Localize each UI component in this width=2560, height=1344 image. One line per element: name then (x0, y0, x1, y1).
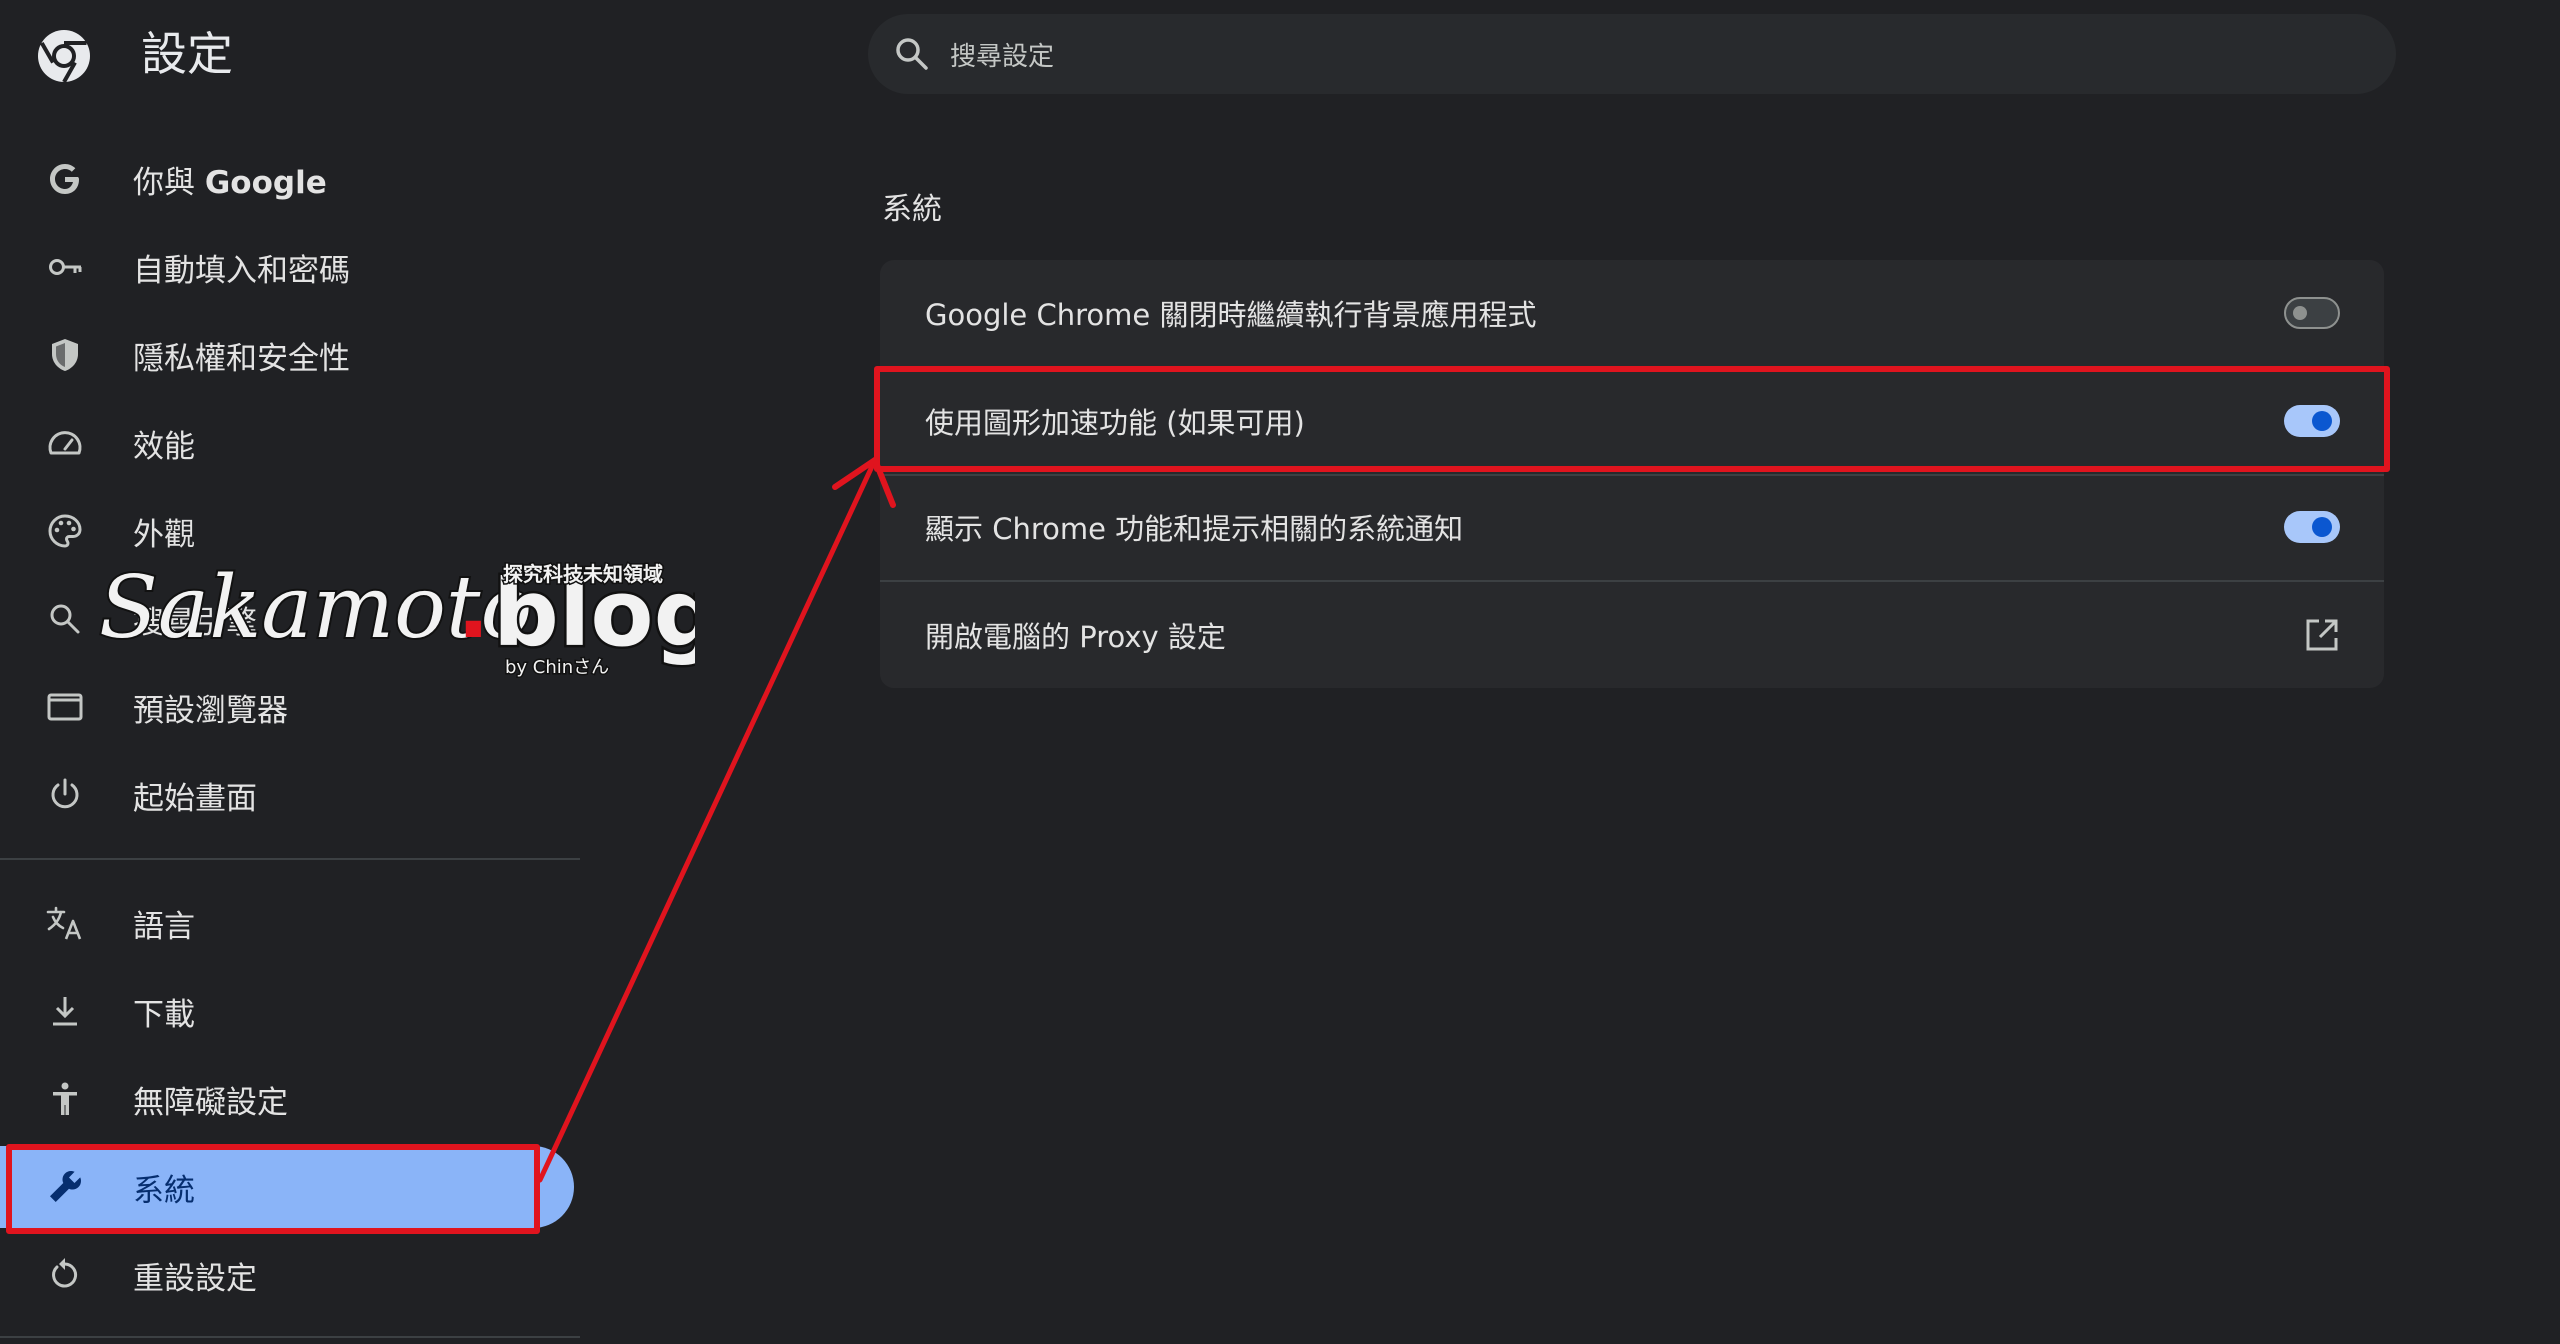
sidebar-divider (0, 1336, 580, 1338)
sidebar-item-label: 重設設定 (133, 1260, 257, 1297)
sidebar-item-label-brand: Google (204, 164, 327, 201)
speedometer-icon (48, 431, 82, 455)
sidebar-item-label: 自動填入和密碼 (133, 252, 350, 289)
setting-row-system-notifications[interactable]: 顯示 Chrome 功能和提示相關的系統通知 (880, 474, 2384, 580)
search-input[interactable]: 搜尋設定 (868, 14, 2396, 94)
annotation-highlight-setting (874, 366, 2390, 472)
watermark-byline: by Chinさん (505, 657, 609, 678)
sidebar-item-accessibility[interactable]: 無障礙設定 (0, 1058, 570, 1140)
search-placeholder: 搜尋設定 (950, 41, 1055, 72)
sidebar-item-label: 下載 (133, 996, 195, 1033)
sidebar-item-label: 語言 (133, 908, 195, 945)
setting-label: 顯示 Chrome 功能和提示相關的系統通知 (925, 512, 1464, 546)
sidebar-item-languages[interactable]: 語言 (0, 882, 570, 964)
sidebar-item-you-and-google[interactable]: 你與 Google (0, 138, 570, 220)
search-icon (50, 604, 80, 634)
key-icon (49, 259, 82, 275)
setting-row-background-apps[interactable]: Google Chrome 關閉時繼續執行背景應用程式 (880, 260, 2384, 366)
palette-icon (48, 514, 82, 548)
sidebar-item-label: 效能 (133, 428, 195, 465)
annotation-highlight-sidebar (6, 1144, 540, 1234)
browser-window-icon (47, 693, 83, 721)
external-link-icon[interactable] (2304, 617, 2340, 653)
background-apps-toggle[interactable] (2284, 297, 2340, 329)
sidebar-item-reset[interactable]: 重設設定 (0, 1234, 570, 1316)
sidebar-item-label: 無障礙設定 (133, 1084, 288, 1121)
setting-label: Google Chrome 關閉時繼續執行背景應用程式 (925, 298, 1537, 332)
translate-icon (46, 906, 82, 940)
watermark-brand-dot: . (457, 558, 490, 658)
sidebar-item-autofill[interactable]: 自動填入和密碼 (0, 226, 570, 308)
system-settings-card: Google Chrome 關閉時繼續執行背景應用程式 使用圖形加速功能 (如果… (880, 260, 2384, 688)
watermark-logo: Sakamoto . blog 探究科技未知領域 by Chinさん (97, 556, 695, 680)
setting-row-proxy[interactable]: 開啟電腦的 Proxy 設定 (880, 582, 2384, 688)
toggle-knob (2293, 306, 2307, 320)
sidebar-item-label: 你與 (133, 164, 205, 201)
sidebar-item-label: 隱私權和安全性 (133, 340, 350, 377)
sidebar-item-privacy[interactable]: 隱私權和安全性 (0, 314, 570, 396)
sidebar-divider (0, 858, 580, 860)
accessibility-icon (53, 1082, 77, 1115)
power-icon (51, 778, 79, 809)
sidebar-item-label: 起始畫面 (133, 780, 257, 817)
setting-label: 開啟電腦的 Proxy 設定 (925, 620, 1226, 654)
toggle-knob (2312, 517, 2332, 537)
reset-icon (52, 1258, 78, 1288)
sidebar-item-on-startup[interactable]: 起始畫面 (0, 754, 570, 836)
section-title: 系統 (882, 192, 942, 227)
download-icon (53, 997, 77, 1026)
system-notifications-toggle[interactable] (2284, 511, 2340, 543)
sidebar-item-label: 預設瀏覽器 (133, 692, 288, 729)
google-g-icon (50, 164, 79, 194)
sidebar-item-downloads[interactable]: 下載 (0, 970, 570, 1052)
search-icon (896, 38, 928, 70)
sidebar-item-performance[interactable]: 效能 (0, 402, 570, 484)
shield-icon (52, 339, 78, 371)
watermark-tagline: 探究科技未知領域 (503, 562, 663, 586)
